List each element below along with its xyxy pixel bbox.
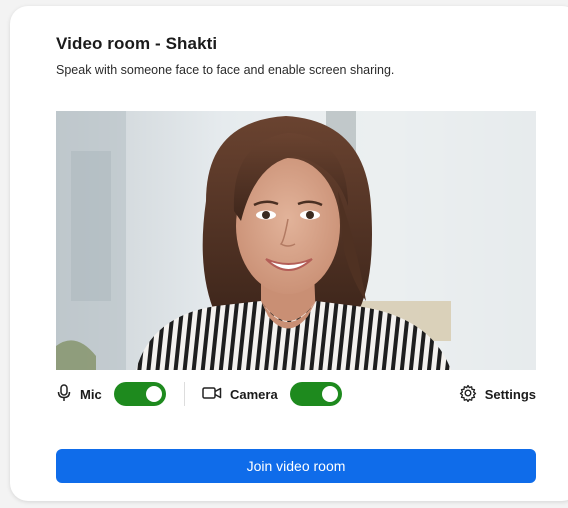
camera-toggle[interactable] [289, 382, 342, 406]
mic-control: Mic [56, 379, 166, 409]
mic-toggle[interactable] [113, 382, 166, 406]
camera-control: Camera [202, 379, 342, 409]
mic-label: Mic [80, 386, 102, 402]
microphone-icon [56, 383, 72, 405]
mic-toggle-knob [145, 386, 162, 402]
camera-preview [56, 111, 536, 370]
settings-label: Settings [484, 386, 536, 402]
camera-toggle-knob [321, 386, 338, 402]
join-video-room-button[interactable]: Join video room [56, 449, 536, 483]
camera-label: Camera [230, 386, 278, 402]
page-subtitle: Speak with someone face to face and enab… [56, 63, 395, 77]
video-room-card: Video room - Shakti Speak with someone f… [10, 6, 568, 501]
camera-preview-image [56, 111, 536, 370]
gear-icon [459, 384, 477, 405]
video-camera-icon [202, 385, 222, 404]
media-controls: Mic Camera Settings [56, 379, 536, 409]
controls-divider [184, 382, 185, 406]
page-title: Video room - Shakti [56, 34, 218, 53]
settings-button[interactable]: Settings [459, 379, 536, 409]
